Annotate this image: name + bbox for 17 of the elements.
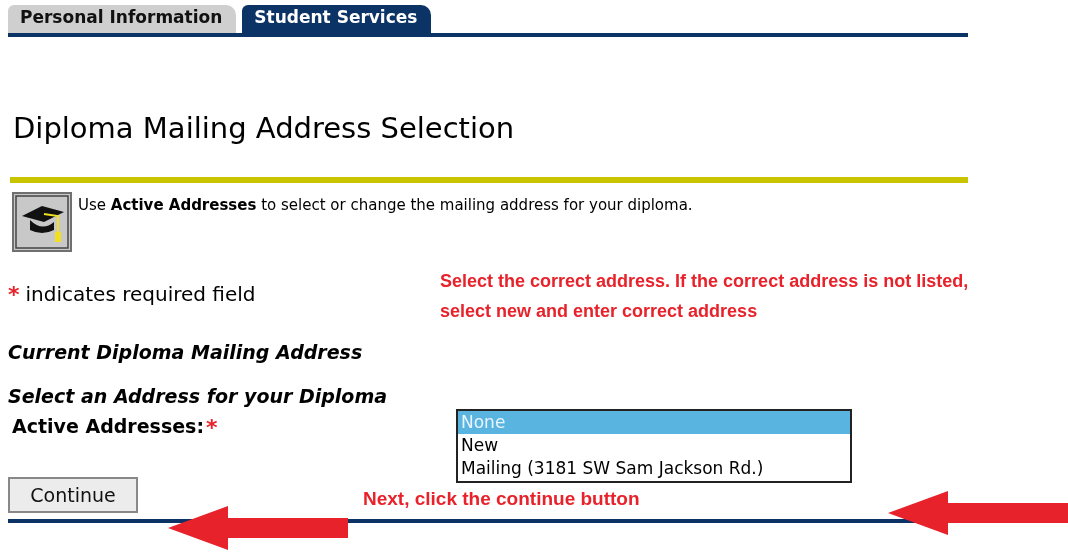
- callout-text: Select the correct address. If the correct address is not listed, select new and enter correct address: [440, 270, 970, 323]
- tab[interactable]: Student Services: [242, 5, 432, 33]
- graduation-cap-icon: [12, 192, 72, 252]
- listbox-option[interactable]: New: [458, 434, 850, 457]
- tab[interactable]: Personal Information: [8, 5, 237, 33]
- callout-text: Next, click the continue button: [363, 487, 640, 511]
- required-note: indicates required field: [25, 282, 256, 306]
- required-marker: *: [8, 281, 20, 307]
- field-label: Active Addresses:: [12, 415, 205, 437]
- continue-button[interactable]: Continue: [8, 477, 138, 513]
- required-marker: *: [206, 415, 218, 440]
- section-heading: Select an Address for your Diploma: [8, 385, 389, 407]
- instruction-text: Use Active Addresses to select or change the mailing address for your diploma.: [78, 196, 693, 214]
- page-title: Diploma Mailing Address Selection: [13, 110, 516, 146]
- section-heading: Current Diploma Mailing Address: [8, 341, 364, 363]
- address-listbox[interactable]: None New Mailing (3181 SW Sam Jackson Rd.): [456, 409, 852, 483]
- listbox-option[interactable]: Mailing (3181 SW Sam Jackson Rd.): [458, 457, 850, 480]
